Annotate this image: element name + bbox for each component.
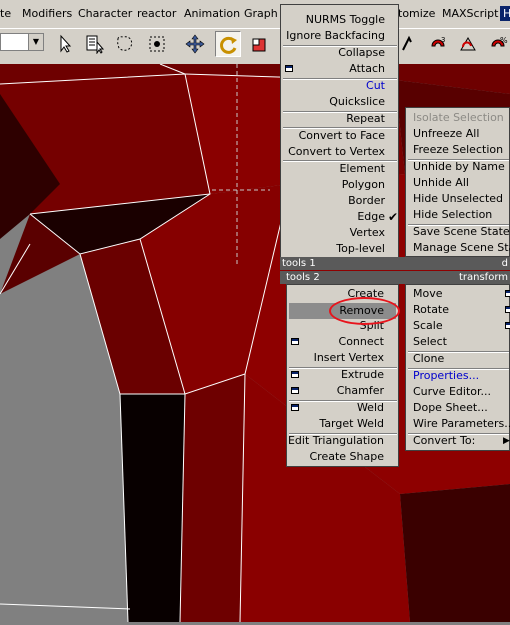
menu-item-properties[interactable]: Properties... xyxy=(413,368,479,384)
scale-icon[interactable] xyxy=(247,31,273,57)
quad-header-transform: transform xyxy=(458,272,508,283)
menu-modifiers[interactable]: Modifiers xyxy=(22,7,72,20)
highlight-ellipse xyxy=(329,297,400,325)
menu-animation[interactable]: Animation xyxy=(184,7,240,20)
quad-header-display: d xyxy=(501,258,508,269)
menu-maxscript[interactable]: MAXScript xyxy=(442,7,498,20)
menu-item-unfreeze-all[interactable]: Unfreeze All xyxy=(413,126,479,142)
menu-item-convert-to[interactable]: Convert To: xyxy=(413,433,475,449)
rotate-icon[interactable] xyxy=(215,31,241,57)
quad-menu-display: Isolate Selection Unfreeze All Freeze Se… xyxy=(405,107,510,257)
quad-menu-transform: Move Rotate Scale Select Clone Propertie… xyxy=(405,284,510,451)
menu-item-collapse[interactable]: Collapse xyxy=(281,45,385,61)
menu-item-edge[interactable]: Edge xyxy=(281,209,385,225)
chevron-down-icon[interactable]: ▼ xyxy=(28,34,43,50)
menu-item-unhide-all[interactable]: Unhide All xyxy=(413,175,469,191)
menu-item-extrude[interactable]: Extrude xyxy=(287,367,384,383)
menu-item-freeze-selection[interactable]: Freeze Selection xyxy=(413,142,503,158)
menu-item-curve-editor[interactable]: Curve Editor... xyxy=(413,384,491,400)
select-arrow-icon[interactable] xyxy=(52,31,78,57)
menu-item-manage-scene-state[interactable]: Manage Scene State xyxy=(413,240,510,256)
select-region-icon[interactable] xyxy=(112,31,138,57)
quad-menu-tools-1: NURMS Toggle Ignore Backfacing Collapse … xyxy=(280,4,399,261)
menu-item-rotate[interactable]: Rotate xyxy=(413,302,449,318)
menu-item-unhide-by-name[interactable]: Unhide by Name xyxy=(413,159,505,175)
move-icon[interactable] xyxy=(182,31,208,57)
menu-item-hide-selection[interactable]: Hide Selection xyxy=(413,207,492,223)
quad-header-tools-1-bar: tools 1 d xyxy=(280,257,510,270)
main-toolbar: ▼ 3 % xyxy=(0,28,510,66)
menu-item-dope-sheet[interactable]: Dope Sheet... xyxy=(413,400,488,416)
settings-box-icon[interactable] xyxy=(505,322,510,329)
menu-help[interactable]: H xyxy=(500,6,510,21)
menu-item-weld[interactable]: Weld xyxy=(287,400,384,416)
svg-text:%: % xyxy=(500,36,508,45)
menu-edit[interactable]: te xyxy=(0,7,11,20)
menu-item-isolate-selection[interactable]: Isolate Selection xyxy=(413,110,504,126)
quad-header-tools-2-bar: tools 2 transform xyxy=(280,271,510,284)
menu-item-hide-unselected[interactable]: Hide Unselected xyxy=(413,191,503,207)
quad-header-tools-2: tools 2 xyxy=(286,272,320,283)
menu-item-quickslice[interactable]: Quickslice xyxy=(281,94,385,110)
angle-snap-icon[interactable]: 3 xyxy=(425,31,451,57)
quad-header-tools-1: tools 1 xyxy=(282,258,316,269)
selection-filter-dropdown[interactable]: ▼ xyxy=(0,33,44,51)
menu-item-polygon[interactable]: Polygon xyxy=(281,177,385,193)
percent-snap-icon[interactable] xyxy=(455,31,481,57)
spinner-snap-icon[interactable]: % xyxy=(485,31,510,57)
snap-icon[interactable] xyxy=(396,31,422,57)
menu-item-chamfer[interactable]: Chamfer xyxy=(287,383,384,399)
menu-item-connect[interactable]: Connect xyxy=(287,334,384,350)
menu-reactor[interactable]: reactor xyxy=(137,7,176,20)
menu-item-nurms-toggle[interactable]: NURMS Toggle xyxy=(281,12,385,28)
menu-item-edit-triangulation[interactable]: Edit Triangulation xyxy=(287,433,384,449)
menu-item-element[interactable]: Element xyxy=(281,161,385,177)
menu-item-save-scene-state[interactable]: Save Scene State... xyxy=(413,224,510,240)
menu-item-repeat[interactable]: Repeat xyxy=(281,111,385,127)
menu-item-scale[interactable]: Scale xyxy=(413,318,443,334)
select-by-name-icon[interactable] xyxy=(82,31,108,57)
menu-item-insert-vertex[interactable]: Insert Vertex xyxy=(287,350,384,366)
checkmark-icon: ✔ xyxy=(388,210,399,224)
menu-character[interactable]: Character xyxy=(78,7,132,20)
menu-item-target-weld[interactable]: Target Weld xyxy=(287,416,384,432)
menu-item-clone[interactable]: Clone xyxy=(413,351,444,367)
menu-item-move[interactable]: Move xyxy=(413,286,443,302)
menu-customize[interactable]: tomize xyxy=(398,7,435,20)
menu-item-cut[interactable]: Cut xyxy=(281,78,385,94)
menu-item-convert-to-vertex[interactable]: Convert to Vertex xyxy=(281,144,385,160)
menu-item-ignore-backfacing[interactable]: Ignore Backfacing xyxy=(281,28,385,44)
menu-item-border[interactable]: Border xyxy=(281,193,385,209)
submenu-arrow-icon: ▶ xyxy=(503,436,510,446)
settings-box-icon[interactable] xyxy=(505,290,510,297)
menu-item-vertex[interactable]: Vertex xyxy=(281,225,385,241)
menu-bar: te Modifiers Character reactor Animation… xyxy=(0,0,510,28)
menu-item-convert-to-face[interactable]: Convert to Face xyxy=(281,128,385,144)
settings-box-icon[interactable] xyxy=(505,306,510,313)
menu-item-attach[interactable]: Attach xyxy=(281,61,385,77)
menu-item-top-level[interactable]: Top-level xyxy=(281,241,385,257)
svg-text:3: 3 xyxy=(441,36,445,44)
menu-item-wire-parameters[interactable]: Wire Parameters... xyxy=(413,416,510,432)
menu-item-select[interactable]: Select xyxy=(413,334,447,350)
menu-item-create-shape[interactable]: Create Shape xyxy=(287,449,385,465)
window-crossing-icon[interactable] xyxy=(144,31,170,57)
